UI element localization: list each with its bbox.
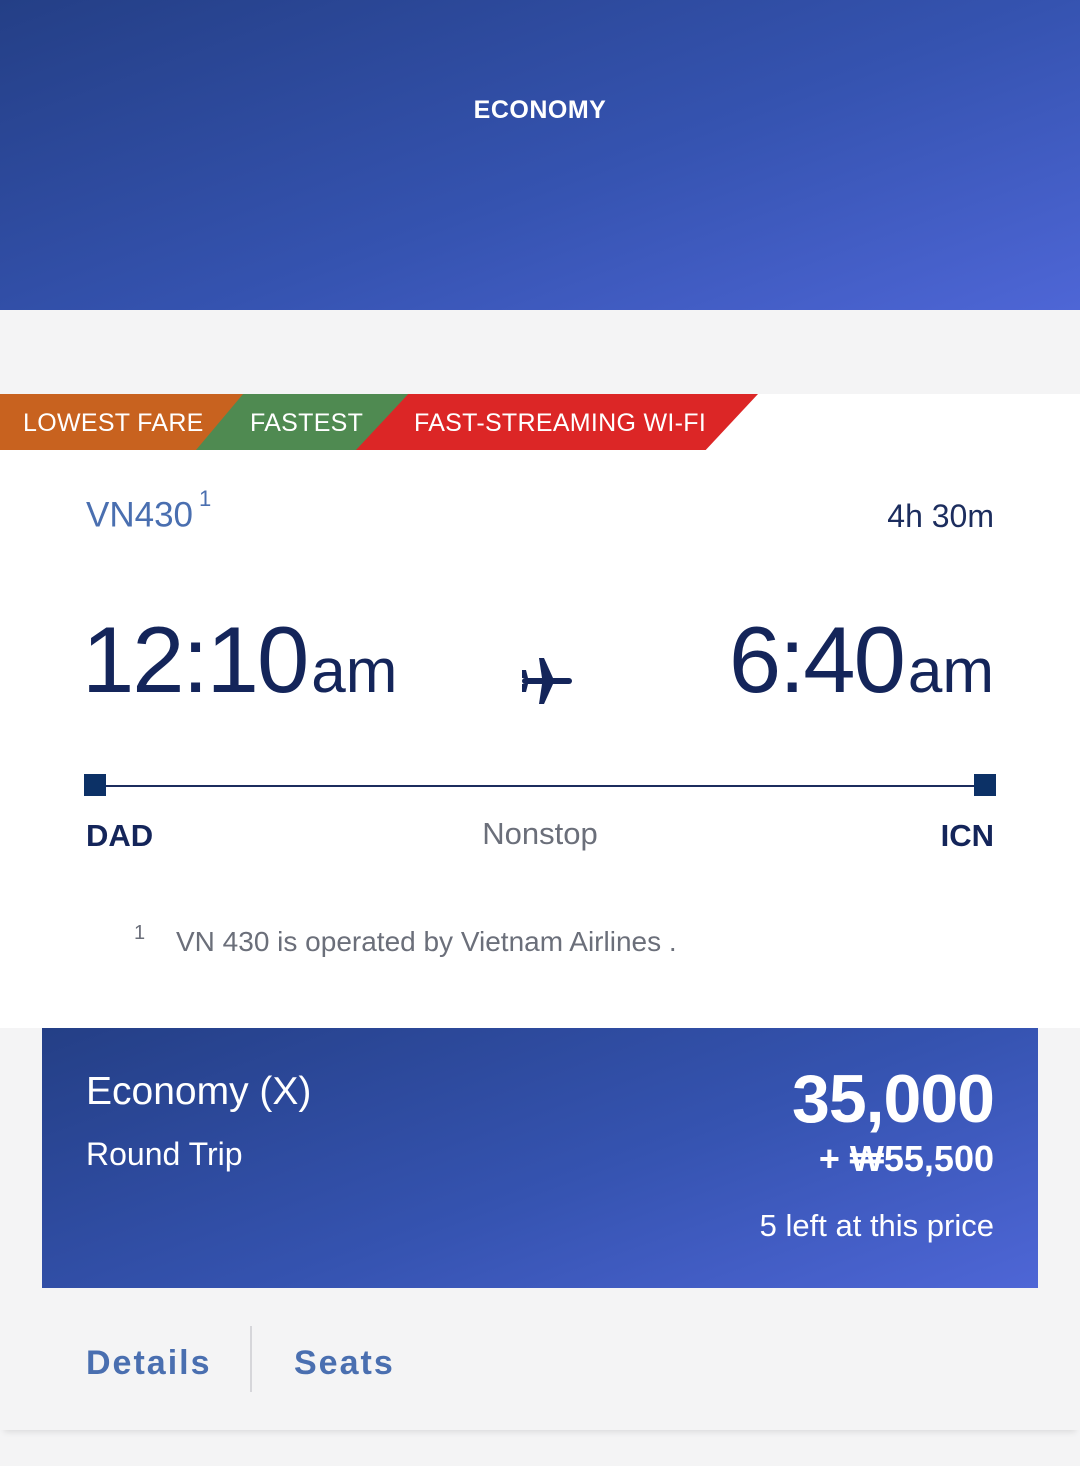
header-banner: ECONOMY — [0, 0, 1080, 310]
flight-number-text: VN430 — [86, 495, 194, 535]
details-link[interactable]: Details — [86, 1344, 212, 1383]
seats-remaining: 5 left at this price — [759, 1208, 994, 1243]
fare-option-economy[interactable]: Economy (X) Round Trip 35,000 + ₩55,500 … — [42, 1028, 1038, 1288]
fare-trip-type: Round Trip — [86, 1136, 243, 1172]
footnote-ref: 1 — [199, 486, 212, 511]
destination-airport: ICN — [940, 818, 994, 853]
seats-link[interactable]: Seats — [294, 1344, 395, 1383]
departure-time-period: am — [311, 637, 398, 706]
airplane-icon — [522, 658, 572, 704]
flight-number: VN430 1 — [86, 486, 211, 536]
cabin-title: ECONOMY — [473, 96, 607, 124]
arrival-time-period: am — [907, 637, 994, 706]
card-actions: Details Seats — [0, 1288, 1080, 1430]
flight-card[interactable]: LOWEST FARE FASTEST FAST-STREAMING WI-FI… — [0, 394, 1080, 1028]
flight-duration: 4h 30m — [887, 498, 994, 534]
arrival-time-value: 6:40 — [728, 607, 906, 712]
destination-marker — [974, 774, 996, 796]
footnote-marker: 1 — [134, 922, 146, 944]
operated-by-note: VN 430 is operated by Vietnam Airlines . — [176, 926, 677, 957]
departure-time-value: 12:10 — [82, 607, 309, 712]
arrival-time: 6:40am — [729, 606, 994, 714]
fare-class: Economy (X) — [86, 1070, 312, 1113]
fare-miles: 35,000 — [792, 1061, 995, 1137]
fare-cash: + ₩55,500 — [818, 1138, 994, 1179]
route-line — [96, 785, 984, 787]
actions-divider — [250, 1326, 252, 1392]
origin-marker — [84, 774, 106, 796]
departure-time: 12:10am — [82, 606, 397, 714]
feature-tags: LOWEST FARE FASTEST FAST-STREAMING WI-FI — [0, 394, 760, 450]
tag-wifi: FAST-STREAMING WI-FI — [356, 394, 758, 450]
stops-label: Nonstop — [482, 816, 598, 851]
